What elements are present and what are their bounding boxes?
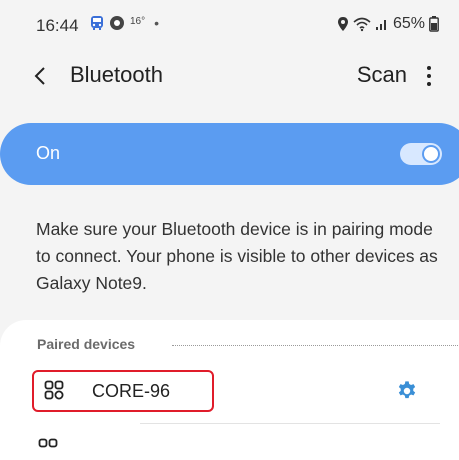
app-bar: Bluetooth Scan	[0, 56, 459, 96]
bluetooth-master-switch[interactable]: On	[0, 123, 459, 185]
grid-device-icon	[38, 438, 58, 448]
signal-icon	[375, 20, 386, 30]
status-notification-icons: 16° •	[90, 15, 159, 31]
more-options-button[interactable]	[419, 62, 439, 90]
weather-icon	[110, 16, 124, 30]
wifi-icon	[353, 17, 371, 32]
back-button[interactable]	[28, 62, 52, 90]
paired-devices-section: Paired devices CORE-96	[0, 320, 459, 460]
toggle-knob	[422, 145, 440, 163]
grid-device-icon	[44, 380, 64, 400]
section-divider	[172, 345, 459, 346]
status-bar: 16:44 16° • 65%	[0, 0, 459, 44]
paired-device-item[interactable]: CORE-96	[32, 370, 214, 412]
bluetooth-state-label: On	[36, 143, 61, 163]
location-icon	[337, 17, 348, 31]
section-header: Paired devices	[37, 336, 136, 352]
chevron-left-icon	[34, 67, 45, 85]
status-dot: •	[154, 15, 160, 31]
more-dot	[427, 74, 431, 78]
more-dot	[427, 66, 431, 70]
battery-icon	[429, 16, 439, 32]
battery-percent: 65%	[392, 15, 425, 32]
status-system-icons: 65%	[337, 15, 439, 33]
gear-icon[interactable]	[396, 380, 418, 402]
page-title: Bluetooth	[70, 62, 163, 87]
scan-button[interactable]: Scan	[357, 62, 407, 88]
device-name: CORE-96	[92, 381, 171, 401]
row-divider	[140, 423, 440, 424]
more-dot	[427, 82, 431, 86]
bluetooth-toggle[interactable]	[400, 143, 442, 165]
status-temperature: 16°	[130, 15, 146, 27]
bus-icon	[91, 16, 103, 30]
pairing-description: Make sure your Bluetooth device is in pa…	[36, 219, 438, 293]
status-time: 16:44	[36, 16, 79, 35]
